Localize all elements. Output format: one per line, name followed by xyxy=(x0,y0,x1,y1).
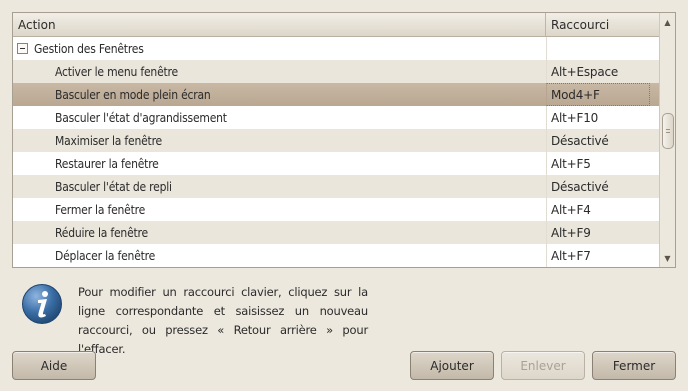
row-shortcut[interactable]: Alt+F10 xyxy=(546,106,660,129)
add-button[interactable]: Ajouter xyxy=(410,351,494,380)
row-shortcut[interactable]: Alt+F4 xyxy=(546,198,660,221)
row-shortcut[interactable]: Désactivé xyxy=(546,129,660,152)
scroll-thumb[interactable] xyxy=(662,113,674,149)
vertical-scrollbar[interactable]: ▲ ▼ xyxy=(659,13,675,267)
row-action: Restaurer la fenêtre xyxy=(55,156,159,171)
table-row[interactable]: Basculer l'état d'agrandissement Alt+F10 xyxy=(13,106,660,129)
scroll-down-arrow-icon[interactable]: ▼ xyxy=(660,251,675,265)
row-shortcut[interactable]: Désactivé xyxy=(546,175,660,198)
table-row[interactable]: Réduire la fenêtre Alt+F9 xyxy=(13,221,660,244)
table-row[interactable]: Déplacer la fenêtre Alt+F7 xyxy=(13,244,660,267)
table-row-selected[interactable]: Basculer en mode plein écran Mod4+F xyxy=(13,83,660,106)
info-message: Pour modifier un raccourci clavier, cliq… xyxy=(78,285,368,356)
row-action: Fermer la fenêtre xyxy=(55,202,146,217)
group-cell: Gestion des Fenêtres xyxy=(13,37,546,60)
row-action: Basculer l'état de repli xyxy=(55,179,172,194)
collapse-icon[interactable] xyxy=(17,43,28,54)
row-shortcut[interactable]: Alt+F7 xyxy=(546,244,660,267)
shortcuts-tree[interactable]: Action Raccourci Gestion des Fenêtres Ac… xyxy=(12,12,676,268)
help-button[interactable]: Aide xyxy=(12,351,96,380)
row-action: Activer le menu fenêtre xyxy=(55,64,178,79)
group-shortcut-cell xyxy=(546,37,660,60)
table-header: Action Raccourci xyxy=(13,13,660,37)
group-row-window-management[interactable]: Gestion des Fenêtres xyxy=(13,37,660,60)
close-button[interactable]: Fermer xyxy=(592,351,676,380)
row-action: Basculer l'état d'agrandissement xyxy=(55,110,227,125)
row-shortcut[interactable]: Alt+F5 xyxy=(546,152,660,175)
column-header-shortcut[interactable]: Raccourci xyxy=(546,13,660,36)
table-row[interactable]: Fermer la fenêtre Alt+F4 xyxy=(13,198,660,221)
row-action: Basculer en mode plein écran xyxy=(55,87,211,102)
table-row[interactable]: Activer le menu fenêtre Alt+Espace xyxy=(13,60,660,83)
table-row[interactable]: Maximiser la fenêtre Désactivé xyxy=(13,129,660,152)
group-label: Gestion des Fenêtres xyxy=(34,41,144,56)
row-shortcut[interactable]: Alt+Espace xyxy=(546,60,660,83)
row-shortcut[interactable]: Mod4+F xyxy=(546,83,650,106)
table-body: Gestion des Fenêtres Activer le menu fen… xyxy=(13,37,660,267)
row-action: Déplacer la fenêtre xyxy=(55,248,156,263)
remove-button[interactable]: Enlever xyxy=(501,351,585,380)
row-action: Maximiser la fenêtre xyxy=(55,133,162,148)
table-row[interactable]: Restaurer la fenêtre Alt+F5 xyxy=(13,152,660,175)
info-icon xyxy=(21,283,63,325)
row-action: Réduire la fenêtre xyxy=(55,225,148,240)
row-shortcut[interactable]: Alt+F9 xyxy=(546,221,660,244)
column-header-action[interactable]: Action xyxy=(13,13,546,36)
table-row[interactable]: Basculer l'état de repli Désactivé xyxy=(13,175,660,198)
scroll-up-arrow-icon[interactable]: ▲ xyxy=(660,15,675,29)
